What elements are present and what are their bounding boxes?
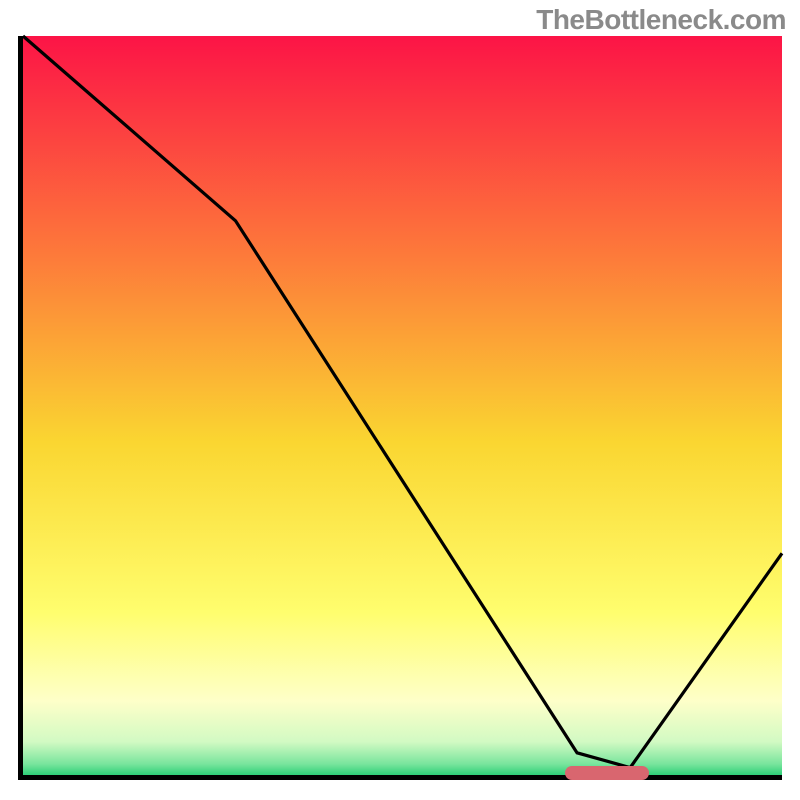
bottleneck-curve [23, 36, 782, 775]
plot-area [18, 36, 782, 780]
curve-path [23, 36, 782, 768]
optimal-range-marker [565, 766, 649, 780]
watermark-text: TheBottleneck.com [536, 4, 786, 36]
chart-container: TheBottleneck.com [0, 0, 800, 800]
